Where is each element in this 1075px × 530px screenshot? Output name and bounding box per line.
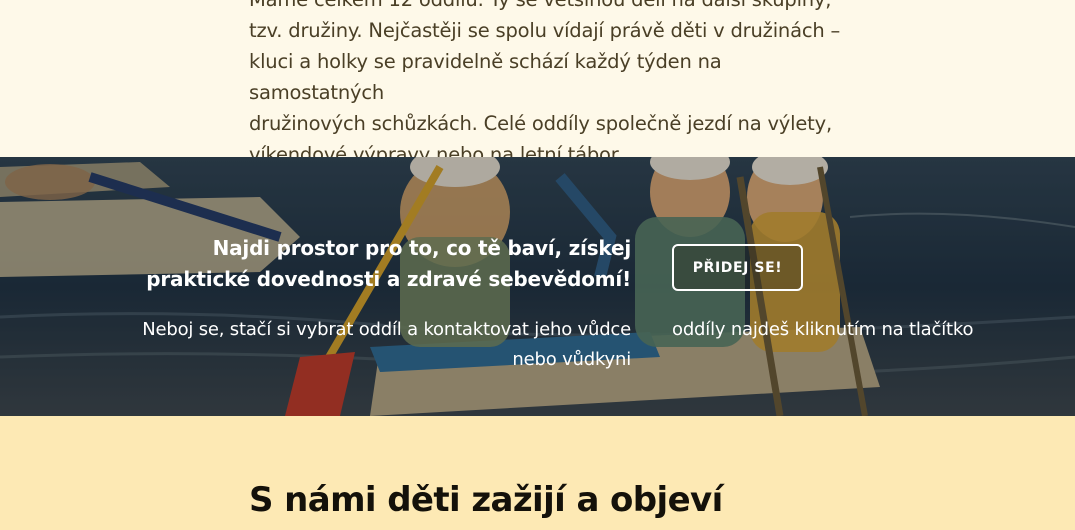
intro-line: kluci a holky se pravidelně schází každý… [249, 50, 722, 104]
section-heading: S námi děti zažijí a objeví [249, 480, 723, 520]
intro-line: Máme celkem 12 oddílů. Ty se většinou dě… [249, 0, 849, 15]
cta-subtext: Neboj se, stačí si vybrat oddíl a kontak… [111, 315, 631, 375]
intro-text: Máme celkem 12 oddílů. Ty se většinou dě… [249, 0, 849, 170]
cta-hint: oddíly najdeš kliknutím na tlačítko [672, 319, 974, 340]
activities-section: S námi děti zažijí a objeví [0, 416, 1075, 530]
join-button[interactable]: PŘIDEJ SE! [672, 244, 803, 291]
cta-headline: Najdi prostor pro to, co tě baví, získej… [111, 233, 631, 295]
cta-headline-line: praktické dovednosti a zdravé sebevědomí… [146, 267, 631, 291]
cta-subtext-line: Neboj se, stačí si vybrat oddíl a kontak… [142, 319, 631, 340]
intro-line: družinových schůzkách. Celé oddíly spole… [249, 112, 832, 135]
cta-banner: Najdi prostor pro to, co tě baví, získej… [0, 157, 1075, 416]
cta-headline-line: Najdi prostor pro to, co tě baví, získej [212, 236, 632, 260]
intro-line: tzv. družiny. Nejčastěji se spolu vídají… [249, 19, 841, 42]
cta-subtext-line: nebo vůdkyni [512, 349, 631, 370]
